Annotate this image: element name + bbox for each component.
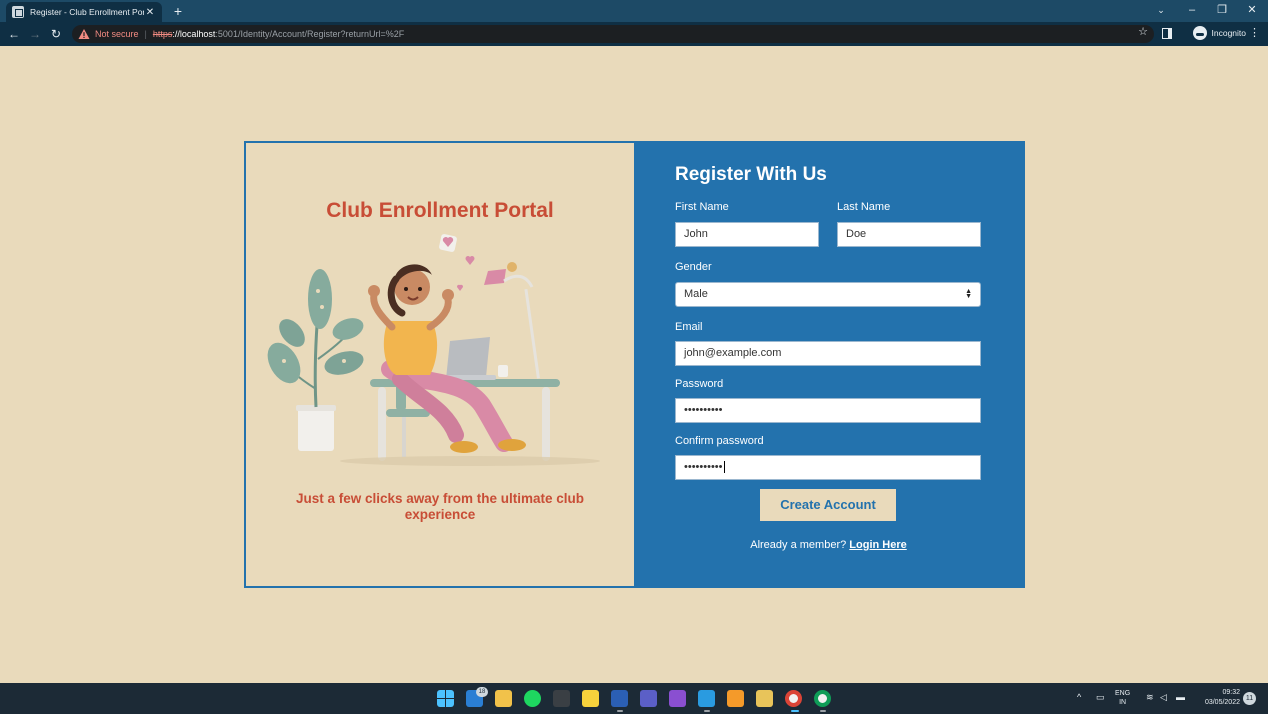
region-code: IN (1119, 699, 1127, 706)
gender-select[interactable]: Male ▲ ▼ (675, 282, 981, 307)
minimize-button[interactable]: – (1177, 0, 1207, 22)
incognito-label: Incognito (1211, 28, 1247, 38)
text-caret (723, 461, 725, 474)
login-prompt: Already a member? Login Here (634, 539, 1023, 551)
registration-form: Register With Us First Name John Last Na… (634, 143, 1023, 586)
page-favicon-icon (12, 6, 24, 18)
keyboard-icon[interactable]: ▭ (1096, 692, 1105, 703)
register-card: Club Enrollment Portal Just a few clicks… (244, 141, 1025, 588)
forward-arrow-icon[interactable]: → (27, 26, 43, 42)
portal-title: Club Enrollment Portal (326, 199, 554, 222)
new-tab-button[interactable]: + (170, 2, 186, 20)
notification-badge[interactable]: 11 (1243, 692, 1256, 705)
active-app-indicator (791, 710, 799, 712)
email-input[interactable]: john@example.com (675, 341, 981, 366)
volume-icon[interactable]: ◁ (1160, 692, 1167, 703)
sublime-text-icon[interactable] (727, 690, 744, 707)
gender-selected-value: Male (684, 288, 708, 300)
git-tool-icon[interactable] (756, 690, 773, 707)
create-account-button[interactable]: Create Account (760, 489, 896, 521)
woman-at-desk-illustration (267, 234, 600, 466)
teams-icon[interactable] (640, 690, 657, 707)
tray-clock[interactable]: 09:32 03/05/2022 (1194, 688, 1240, 708)
tab-search-icon[interactable]: ⌄ (1146, 0, 1176, 22)
running-indicator-word (617, 710, 623, 712)
member-text: Already a member? (750, 539, 847, 551)
windows-taskbar: 18 ^ ▭ ENG IN ≋ ◁ ▬ 09:32 03/05/2022 11 (0, 683, 1268, 714)
select-arrows-icon: ▲ ▼ (965, 288, 972, 300)
terminal-icon[interactable] (553, 690, 570, 707)
password-label: Password (675, 378, 724, 390)
visual-studio-icon[interactable] (669, 690, 686, 707)
windows-start-icon[interactable] (437, 690, 454, 707)
confirm-password-label: Confirm password (675, 435, 764, 447)
side-panel-icon[interactable] (1162, 28, 1172, 39)
url-host: ://localhost (172, 29, 216, 39)
password-input[interactable]: •••••••••• (675, 398, 981, 423)
clock-time: 09:32 (1222, 689, 1240, 696)
warning-icon (78, 29, 90, 39)
wifi-icon[interactable]: ≋ (1146, 692, 1154, 703)
close-window-button[interactable]: ✕ (1237, 0, 1267, 22)
chrome-icon-2[interactable] (814, 690, 831, 707)
confirm-password-input[interactable]: •••••••••• (675, 455, 981, 480)
address-separator: | (144, 29, 147, 39)
word-icon[interactable] (611, 690, 628, 707)
security-status[interactable]: Not secure (95, 29, 139, 39)
login-link[interactable]: Login Here (849, 539, 906, 551)
email-label: Email (675, 321, 703, 333)
language-code: ENG (1115, 690, 1131, 697)
battery-icon[interactable]: ▬ (1176, 692, 1185, 702)
bookmark-star-icon[interactable]: ☆ (1138, 25, 1148, 38)
last-name-label: Last Name (837, 201, 891, 213)
last-name-input[interactable]: Doe (837, 222, 981, 247)
form-title: Register With Us (675, 164, 827, 185)
tray-chevron-icon[interactable]: ^ (1077, 692, 1081, 702)
gender-label: Gender (675, 261, 712, 273)
browser-tab[interactable]: Register - Club Enrollment Portal ✕ (6, 2, 162, 22)
url-scheme: https (152, 29, 173, 39)
file-explorer-icon[interactable] (495, 690, 512, 707)
spotify-icon[interactable] (524, 690, 541, 707)
running-indicator-vscode (704, 710, 710, 712)
browser-menu-icon[interactable]: ⋮ (1249, 26, 1260, 39)
clock-date: 03/05/2022 (1204, 699, 1240, 706)
running-indicator-chrome (820, 710, 826, 712)
incognito-profile-button[interactable]: Incognito (1192, 26, 1247, 40)
first-name-input[interactable]: John (675, 222, 819, 247)
address-bar[interactable]: Not secure | https ://localhost :5001/Id… (72, 25, 1154, 43)
mail-badge: 18 (476, 687, 488, 697)
promo-panel: Club Enrollment Portal Just a few clicks… (246, 143, 634, 586)
vscode-icon[interactable] (698, 690, 715, 707)
tab-close-icon[interactable]: ✕ (144, 7, 156, 18)
sticky-notes-icon[interactable] (582, 690, 599, 707)
tab-title: Register - Club Enrollment Portal (30, 7, 144, 17)
browser-toolbar: ← → ↻ Not secure | https ://localhost :5… (0, 22, 1268, 46)
restore-button[interactable]: ❐ (1207, 0, 1237, 22)
reload-icon[interactable]: ↻ (48, 26, 64, 42)
confirm-password-value: •••••••••• (684, 461, 723, 473)
portal-tagline: Just a few clicks away from the ultimate… (295, 491, 585, 522)
chrome-icon[interactable] (785, 690, 802, 707)
back-arrow-icon[interactable]: ← (6, 26, 22, 42)
language-indicator[interactable]: ENG IN (1115, 689, 1130, 707)
url-path: :5001/Identity/Account/Register?returnUr… (215, 29, 405, 39)
incognito-icon (1192, 26, 1207, 40)
first-name-label: First Name (675, 201, 729, 213)
tab-strip: Register - Club Enrollment Portal ✕ + ⌄ … (0, 0, 1268, 22)
